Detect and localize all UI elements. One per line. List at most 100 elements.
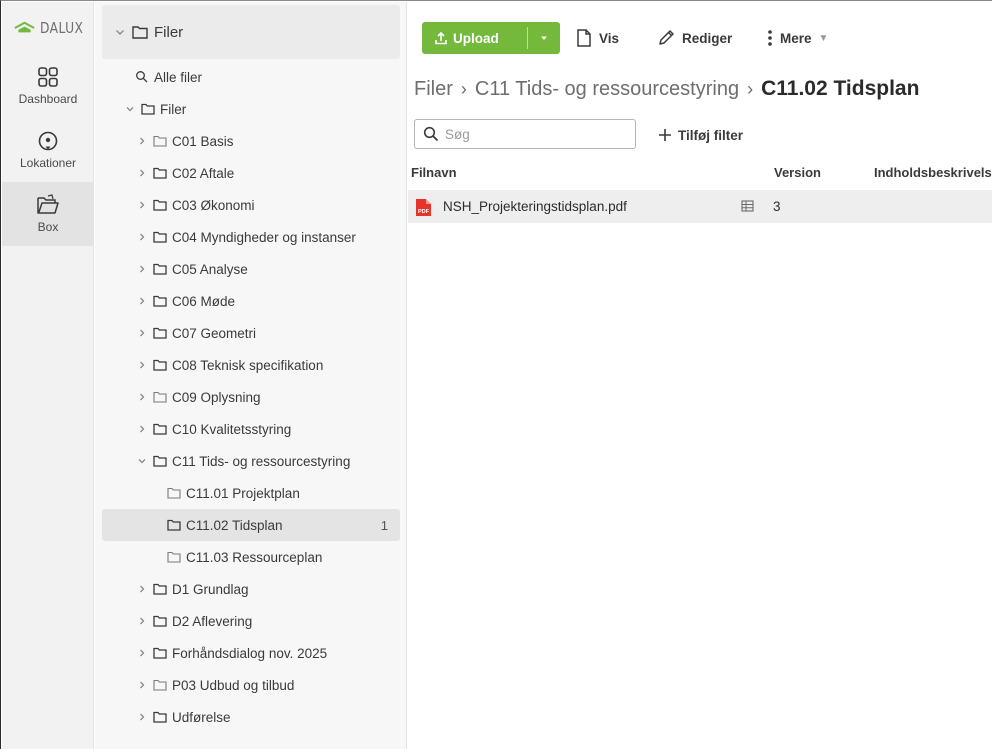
chevron-right-icon[interactable] bbox=[135, 264, 149, 274]
tree-item[interactable]: C03 Økonomi bbox=[135, 189, 255, 221]
tree-item[interactable]: C07 Geometri bbox=[135, 317, 256, 349]
chevron-right-icon[interactable] bbox=[135, 232, 149, 242]
tree-item-label: C06 Møde bbox=[172, 293, 236, 309]
tree-item-all-files[interactable]: Alle filer bbox=[135, 61, 202, 93]
rail-label-box: Box bbox=[37, 220, 59, 234]
rail-item-lokationer[interactable]: Lokationer bbox=[2, 118, 94, 182]
location-pin-icon bbox=[38, 131, 58, 151]
tree-item[interactable]: C11.02 Tidsplan 1 bbox=[102, 509, 400, 541]
chevron-right-icon[interactable] bbox=[135, 168, 149, 178]
tree-item[interactable]: C06 Møde bbox=[135, 285, 235, 317]
folder-icon bbox=[153, 679, 167, 691]
add-filter-button[interactable]: Tilføj filter bbox=[658, 122, 743, 148]
chevron-down-icon[interactable] bbox=[135, 456, 149, 466]
plus-icon bbox=[659, 129, 671, 141]
upload-button-group: Upload bbox=[422, 22, 560, 54]
main-content: Upload Vis Rediger Mere ▼ Filer › C11 Ti… bbox=[408, 2, 992, 749]
left-rail: DALUX Dashboard Lokationer Box bbox=[2, 2, 94, 749]
chevron-right-icon[interactable] bbox=[135, 680, 149, 690]
chevron-right-icon[interactable] bbox=[135, 584, 149, 594]
tree-item-label: Filer bbox=[160, 101, 187, 117]
tree-item[interactable]: D1 Grundlag bbox=[135, 573, 249, 605]
folder-tree: Filer Alle filer Filer C01 Basis C02 Afta… bbox=[95, 2, 407, 749]
tree-item[interactable]: Udførelse bbox=[135, 701, 231, 733]
tree-item-label: D2 Aflevering bbox=[172, 613, 253, 629]
pdf-file-icon: PDF bbox=[416, 199, 431, 216]
chevron-right-icon[interactable] bbox=[135, 328, 149, 338]
column-header-version[interactable]: Version bbox=[774, 165, 821, 180]
rail-item-dashboard[interactable]: Dashboard bbox=[2, 54, 94, 118]
tree-item[interactable]: Forhåndsdialog nov. 2025 bbox=[135, 637, 327, 669]
rail-item-box[interactable]: Box bbox=[2, 182, 94, 246]
tree-item[interactable]: C04 Myndigheder og instanser bbox=[135, 221, 356, 253]
tree-item-label: Udførelse bbox=[172, 709, 231, 725]
chevron-right-icon[interactable] bbox=[135, 424, 149, 434]
folder-icon bbox=[153, 167, 167, 179]
dalux-logo[interactable]: DALUX bbox=[2, 2, 93, 54]
caret-down-icon: ▼ bbox=[818, 32, 829, 44]
view-button[interactable]: Vis bbox=[576, 22, 619, 54]
folder-icon bbox=[153, 199, 167, 211]
breadcrumb-item[interactable]: Filer bbox=[414, 78, 453, 101]
folder-icon bbox=[153, 711, 167, 723]
app-window: DALUX Dashboard Lokationer Box Filer All… bbox=[0, 0, 992, 749]
tree-item-label: C11.02 Tidsplan bbox=[186, 517, 283, 533]
tree-item[interactable]: C11.03 Ressourceplan bbox=[167, 541, 322, 573]
tree-item-label: D1 Grundlag bbox=[172, 581, 249, 597]
tree-item-label: C09 Oplysning bbox=[172, 389, 261, 405]
breadcrumb-item[interactable]: C11 Tids- og ressourcestyring bbox=[475, 78, 739, 101]
folder-icon bbox=[141, 103, 155, 115]
folder-icon bbox=[153, 455, 167, 467]
tree-item[interactable]: C01 Basis bbox=[135, 125, 234, 157]
search-icon bbox=[136, 71, 148, 83]
table-view-icon[interactable] bbox=[741, 200, 754, 212]
chevron-right-icon[interactable] bbox=[135, 712, 149, 722]
search-input[interactable] bbox=[445, 126, 625, 142]
column-header-description[interactable]: Indholdsbeskrivels bbox=[874, 165, 992, 180]
chevron-right-icon[interactable] bbox=[135, 616, 149, 626]
chevron-right-icon[interactable] bbox=[135, 360, 149, 370]
table-row[interactable]: PDF NSH_Projekteringstidsplan.pdf 3 bbox=[408, 190, 992, 223]
tree-item-label: C10 Kvalitetsstyring bbox=[172, 421, 292, 437]
chevron-right-icon[interactable] bbox=[135, 392, 149, 402]
document-icon bbox=[577, 29, 591, 47]
upload-button[interactable]: Upload bbox=[422, 22, 527, 54]
folder-icon bbox=[153, 647, 167, 659]
folder-icon bbox=[153, 327, 167, 339]
tree-item[interactable]: C08 Teknisk specifikation bbox=[135, 349, 323, 381]
folder-icon bbox=[153, 231, 167, 243]
tree-item-label: C04 Myndigheder og instanser bbox=[172, 229, 356, 245]
tree-item-label: C11 Tids- og ressourcestyring bbox=[172, 453, 351, 469]
tree-item[interactable]: P03 Udbud og tilbud bbox=[135, 669, 294, 701]
more-button[interactable]: Mere ▼ bbox=[767, 22, 828, 54]
rail-label-dashboard: Dashboard bbox=[18, 92, 78, 106]
chevron-right-icon[interactable] bbox=[135, 136, 149, 146]
tree-item[interactable]: C11.01 Projektplan bbox=[167, 477, 300, 509]
tree-item[interactable]: C10 Kvalitetsstyring bbox=[135, 413, 291, 445]
upload-dropdown-button[interactable] bbox=[528, 22, 560, 54]
chevron-right-icon[interactable] bbox=[135, 200, 149, 210]
tree-header[interactable]: Filer bbox=[102, 5, 400, 59]
chevron-right-icon[interactable] bbox=[135, 648, 149, 658]
folder-icon bbox=[167, 519, 181, 531]
tree-item-label: C02 Aftale bbox=[172, 165, 235, 181]
pencil-icon bbox=[659, 30, 674, 45]
tree-header-label: Filer bbox=[154, 23, 184, 41]
tree-item-label: C01 Basis bbox=[172, 133, 234, 149]
folder-icon bbox=[153, 295, 167, 307]
breadcrumb: Filer › C11 Tids- og ressourcestyring › … bbox=[414, 74, 919, 104]
chevron-right-icon[interactable] bbox=[135, 296, 149, 306]
tree-item[interactable]: D2 Aflevering bbox=[135, 605, 252, 637]
file-name[interactable]: NSH_Projekteringstidsplan.pdf bbox=[443, 199, 627, 214]
file-version: 3 bbox=[773, 199, 781, 214]
tree-item[interactable]: C05 Analyse bbox=[135, 253, 248, 285]
tree-item[interactable]: C09 Oplysning bbox=[135, 381, 261, 413]
tree-item[interactable]: C02 Aftale bbox=[135, 157, 234, 189]
folder-icon bbox=[153, 391, 167, 403]
tree-item[interactable]: C11 Tids- og ressourcestyring bbox=[135, 445, 350, 477]
tree-item-root-filer[interactable]: Filer bbox=[123, 93, 186, 125]
column-header-filename[interactable]: Filnavn bbox=[411, 165, 457, 180]
tree-item-label: C08 Teknisk specifikation bbox=[172, 357, 324, 373]
caret-down-icon bbox=[541, 36, 547, 40]
edit-button[interactable]: Rediger bbox=[657, 22, 732, 54]
